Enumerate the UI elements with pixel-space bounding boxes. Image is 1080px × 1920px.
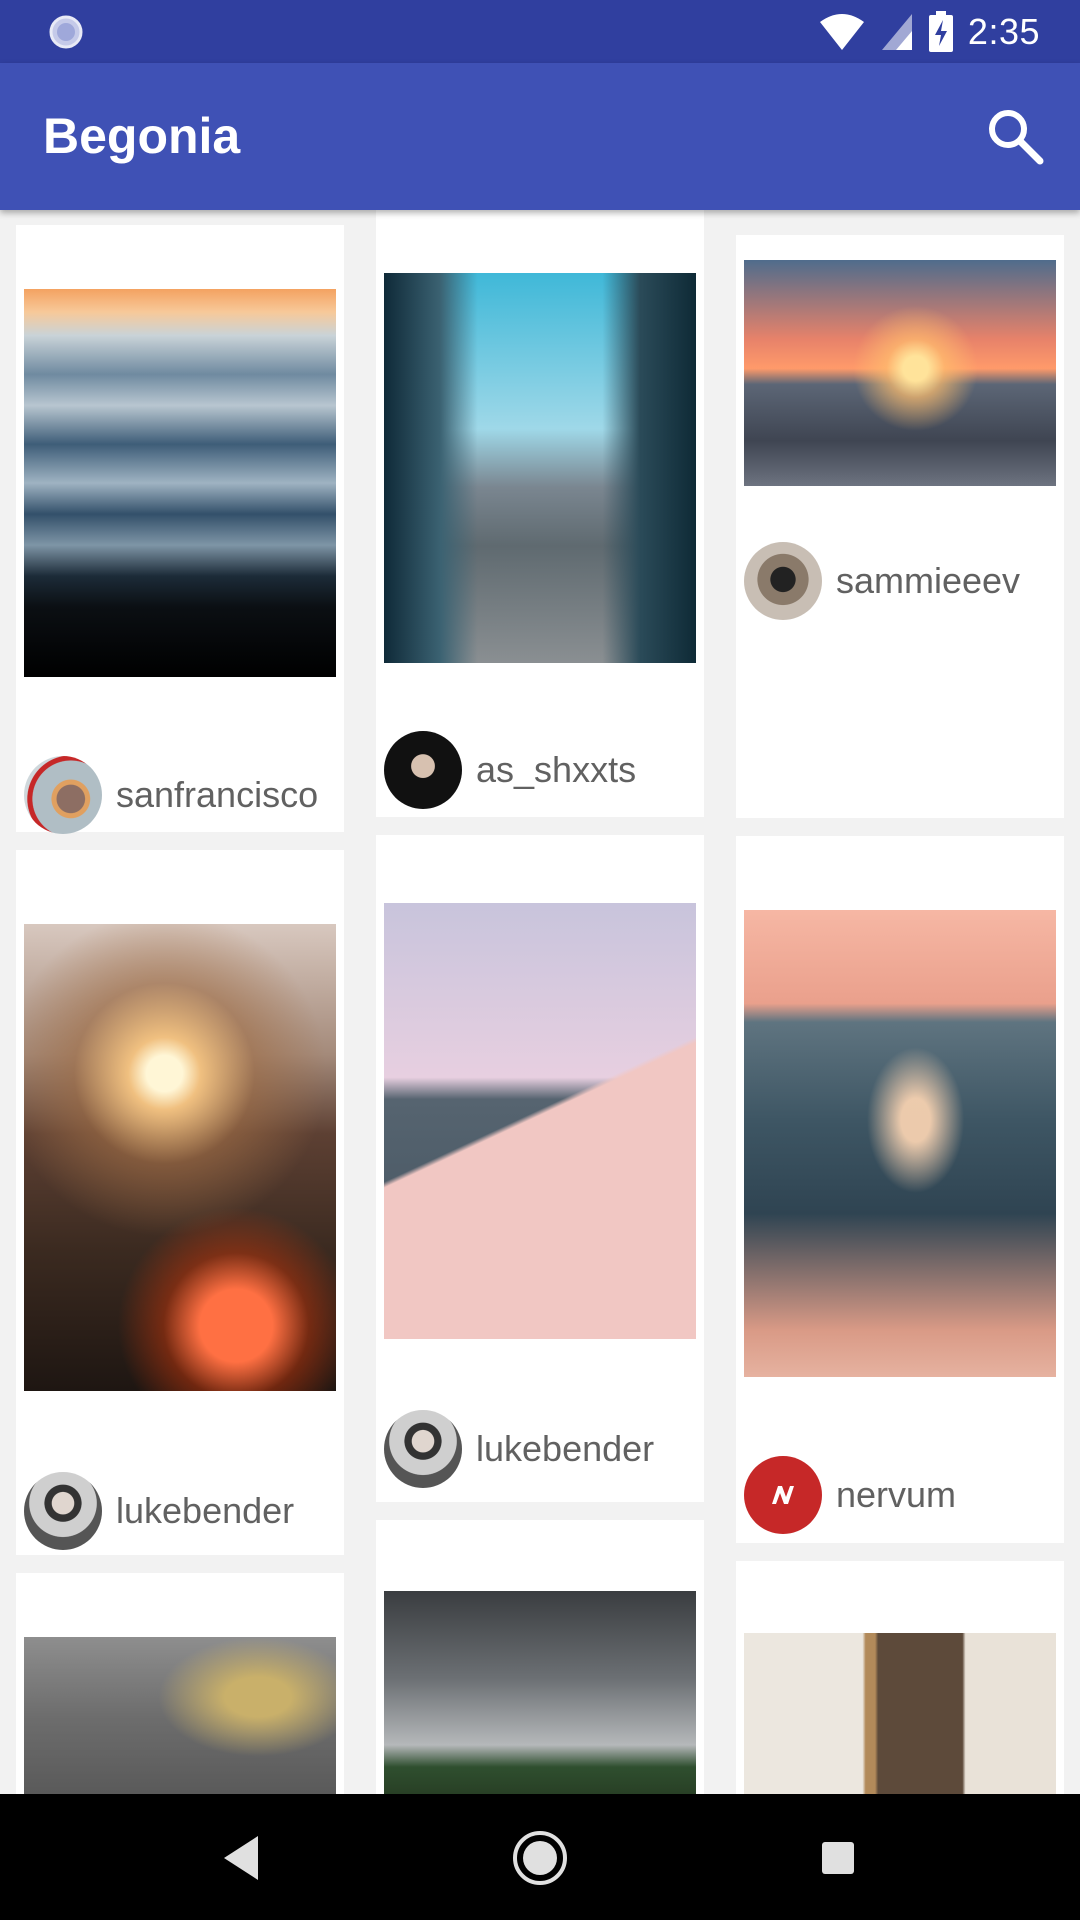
status-time: 2:35 [967,11,1040,52]
photo-palm-leaves[interactable] [24,1637,336,1794]
photo-card[interactable]: sanfrancisco [16,225,344,834]
recents-button[interactable] [806,1826,870,1890]
user-row[interactable]: as_shxxts [384,731,636,809]
photo-ocean-fog[interactable] [24,289,336,677]
app-title: Begonia [43,108,241,164]
photo-feed[interactable]: sanfrancisco lukebender as_shxxts lukebe… [0,210,1080,1794]
user-row[interactable]: lukebender [384,1410,654,1488]
home-icon [513,1831,567,1885]
user-row[interactable]: nervum [744,1456,956,1534]
app-bar: Begonia [0,63,1080,210]
user-row[interactable]: sanfrancisco [24,756,318,834]
avatar [24,1472,102,1550]
wifi-icon [819,14,864,50]
photo-cactus-sunset[interactable] [24,924,336,1391]
username: sammieeev [836,560,1021,601]
user-row[interactable]: lukebender [24,1472,294,1550]
photo-card[interactable]: sammieeev [736,235,1064,818]
photo-card[interactable]: as_shxxts [376,210,704,817]
photo-ocean-waves[interactable] [744,910,1056,1377]
user-row[interactable]: sammieeev [744,542,1020,620]
avatar [24,756,102,834]
photo-card[interactable]: lukebender [376,835,704,1502]
photo-card[interactable] [16,1573,344,1794]
username: lukebender [476,1428,655,1469]
brand-logo-icon [772,1486,794,1504]
username: nervum [836,1474,957,1515]
battery-charging-icon [928,11,953,52]
photo-card[interactable]: lukebender [16,850,344,1555]
recents-icon [822,1842,854,1874]
photo-desert-sunset[interactable] [744,260,1056,486]
back-button[interactable] [210,1826,274,1890]
username: as_shxxts [476,749,637,790]
avatar [744,1456,822,1534]
username: sanfrancisco [116,774,319,815]
avatar [744,542,822,620]
home-button[interactable] [508,1826,572,1890]
photo-sand-dune[interactable] [384,903,696,1339]
avatar [384,1410,462,1488]
back-icon [224,1836,258,1880]
search-button[interactable] [984,105,1046,167]
photo-card[interactable]: nervum [736,836,1064,1543]
photo-greenhouse-door[interactable] [744,1633,1056,1794]
photo-city-street[interactable] [384,273,696,663]
photo-card[interactable] [736,1561,1064,1794]
photo-church-hill[interactable] [384,1591,696,1794]
avatar [384,731,462,809]
navigation-bar [0,1794,1080,1920]
search-icon [989,110,1044,165]
sync-icon [48,14,84,50]
username: lukebender [116,1490,295,1531]
photo-card[interactable] [376,1520,704,1794]
status-bar: 2:35 [0,0,1080,63]
signal-icon [881,14,912,50]
